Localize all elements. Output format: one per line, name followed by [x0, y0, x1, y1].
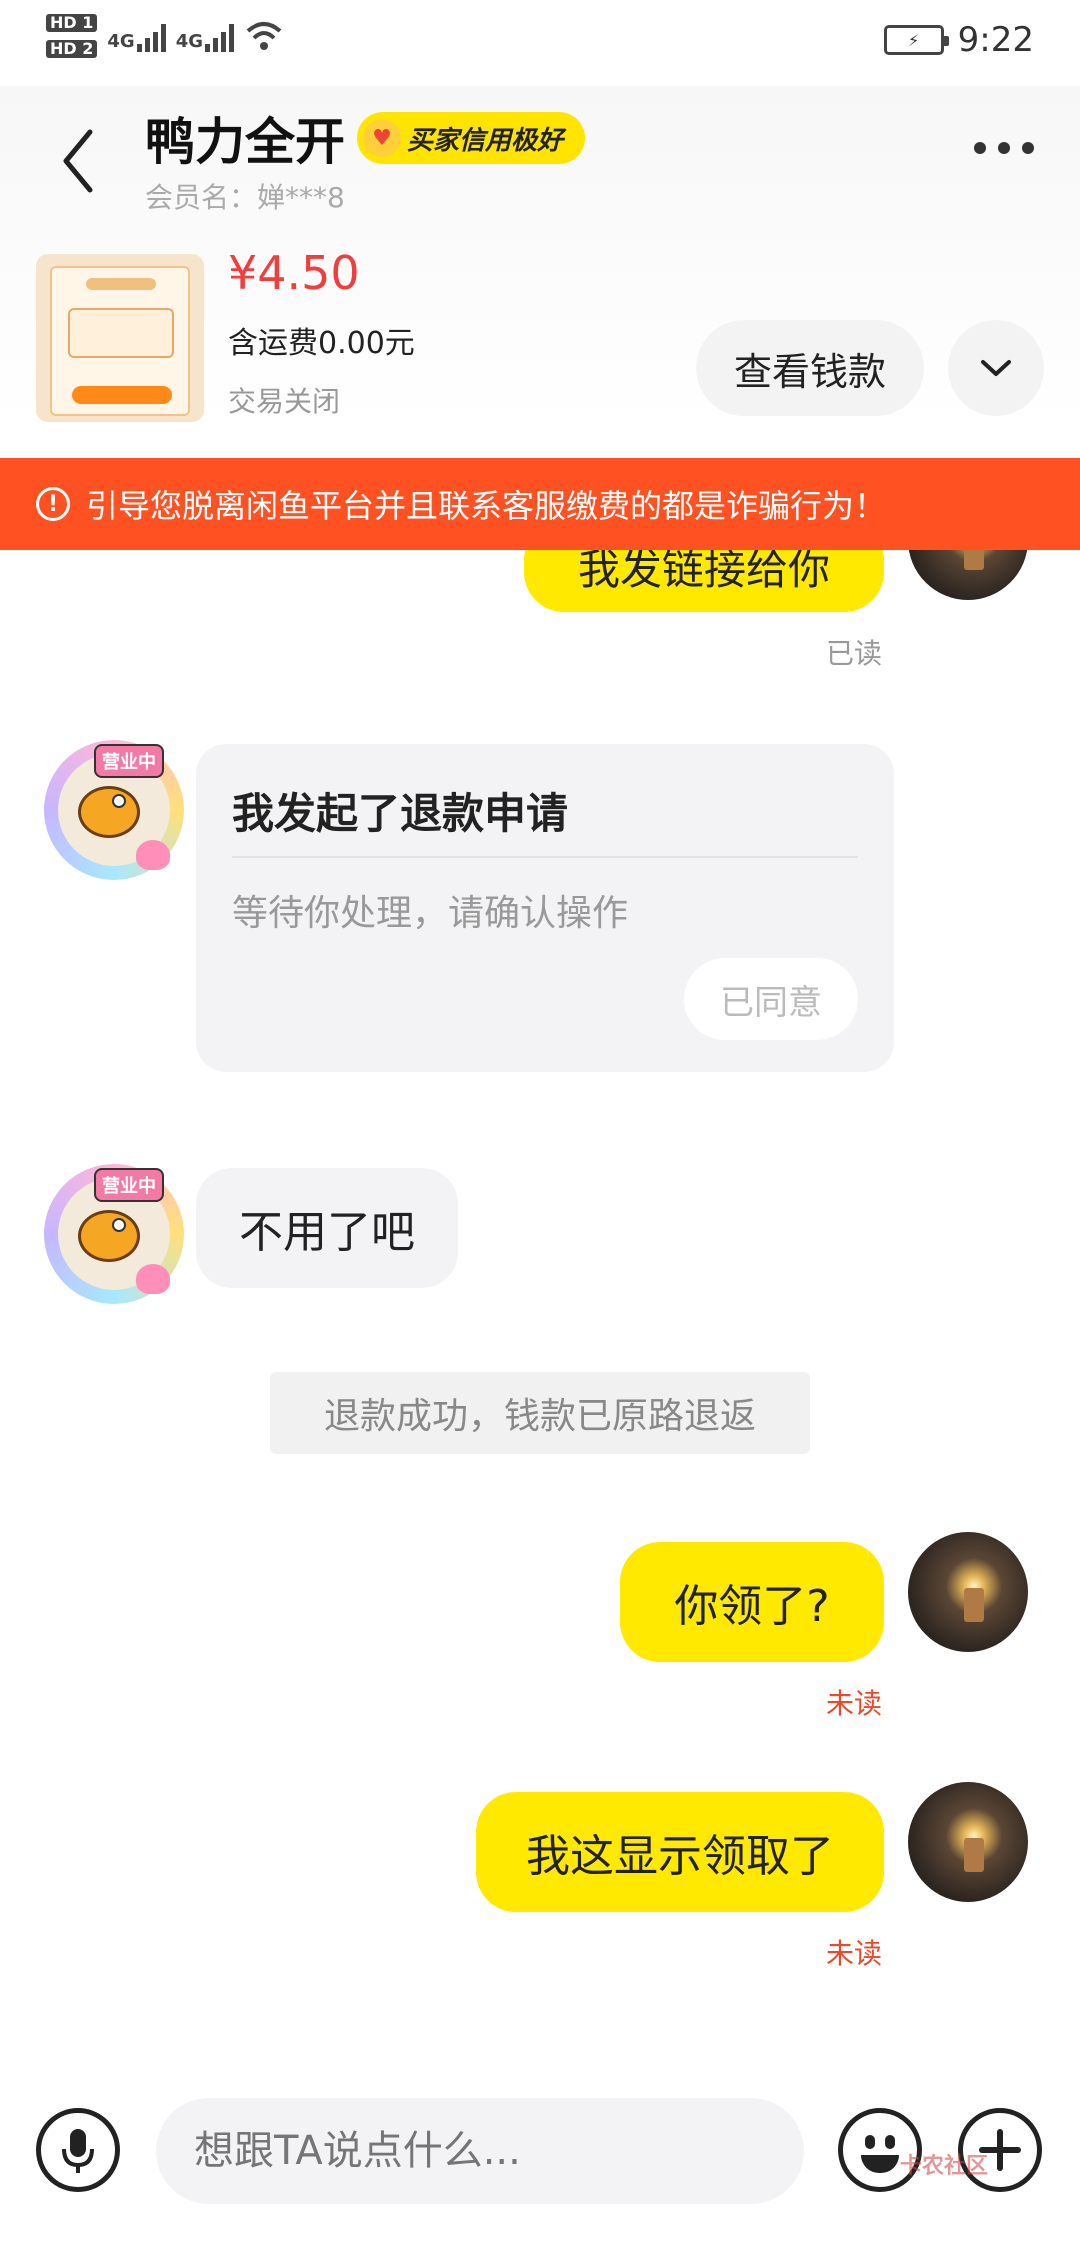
message-bubble-outgoing[interactable]: 我这显示领取了 — [476, 1792, 884, 1912]
unread-status: 未读 — [826, 1687, 883, 1720]
microphone-icon — [62, 2129, 94, 2173]
chat-messages: 我发链接给你 已读 营业中 我发起了退款申请 等待你处理，请确认操作 已同意 营… — [0, 0, 1080, 2244]
message-text: 我这显示领取了 — [526, 1831, 834, 1882]
divider — [232, 856, 858, 858]
warning-text: 引导您脱离闲鱼平台并且联系客服缴费的都是诈骗行为！ — [86, 487, 887, 525]
contact-avatar[interactable]: 营业中 — [44, 1164, 184, 1304]
contact-avatar[interactable]: 营业中 — [44, 740, 184, 880]
refund-request-card[interactable]: 我发起了退款申请 等待你处理，请确认操作 已同意 — [196, 744, 894, 1072]
message-bubble-outgoing[interactable]: 你领了? — [620, 1542, 884, 1662]
voice-input-button[interactable] — [36, 2108, 120, 2192]
emoji-eye-icon — [865, 2135, 875, 2149]
emoji-mouth-icon — [861, 2155, 899, 2173]
refund-agreed-button[interactable]: 已同意 — [684, 958, 858, 1040]
refund-description: 等待你处理，请确认操作 — [232, 893, 629, 934]
avatar-tag: 营业中 — [94, 744, 164, 778]
self-avatar[interactable] — [908, 1532, 1028, 1652]
message-text: 你领了? — [674, 1581, 830, 1632]
message-input[interactable] — [156, 2098, 804, 2204]
emoji-eye-icon — [885, 2135, 895, 2149]
refund-title: 我发起了退款申请 — [232, 789, 569, 838]
fraud-warning-banner: ! 引导您脱离闲鱼平台并且联系客服缴费的都是诈骗行为！ — [0, 458, 1080, 550]
unread-status: 未读 — [826, 1937, 883, 1970]
read-status: 已读 — [826, 637, 883, 670]
exclamation-icon: ! — [36, 487, 70, 521]
self-avatar[interactable] — [908, 1782, 1028, 1902]
watermark-logo: 卡农社区 — [900, 2154, 989, 2179]
message-text: 不用了吧 — [239, 1207, 415, 1258]
message-bubble-incoming[interactable]: 不用了吧 — [196, 1168, 458, 1288]
avatar-tag: 营业中 — [94, 1168, 164, 1202]
system-message: 退款成功，钱款已原路退返 — [270, 1372, 810, 1454]
